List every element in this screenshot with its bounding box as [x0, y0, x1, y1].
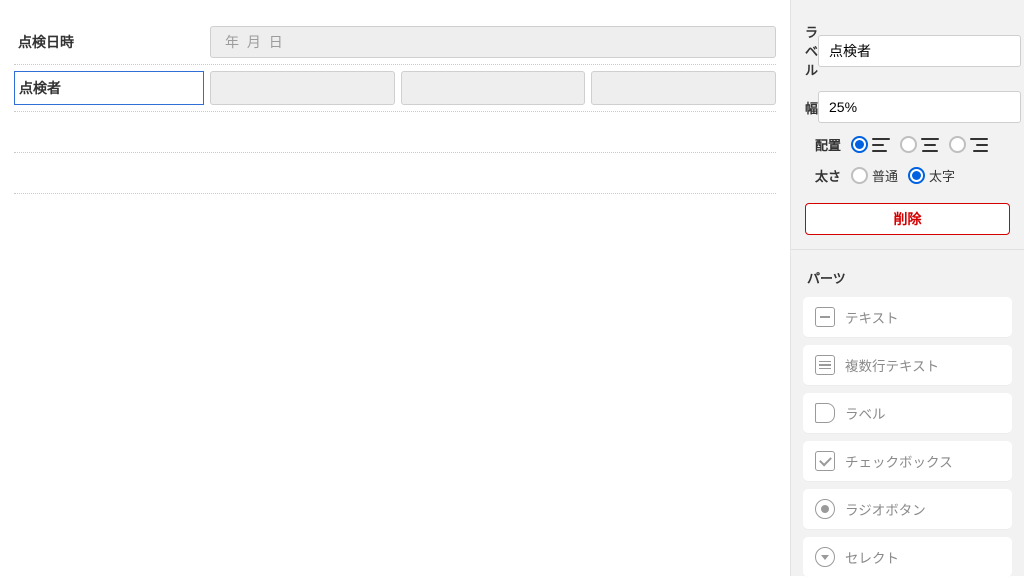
weight-bold-radio[interactable]: 太字	[908, 166, 955, 185]
field-box[interactable]	[591, 71, 776, 105]
part-label: ラジオボタン	[845, 499, 926, 519]
part-multiline[interactable]: 複数行テキスト	[803, 345, 1012, 385]
parts-list: テキスト 複数行テキスト ラベル チェックボックス ラジオボタン セレクト	[791, 297, 1024, 577]
part-label: テキスト	[845, 307, 899, 327]
radio-icon	[815, 499, 835, 519]
part-checkbox[interactable]: チェックボックス	[803, 441, 1012, 481]
form-row[interactable]: 点検者	[14, 65, 776, 112]
part-radio[interactable]: ラジオボタン	[803, 489, 1012, 529]
align-right-radio[interactable]	[949, 136, 988, 153]
field-box[interactable]	[210, 71, 395, 105]
weight-normal-label: 普通	[872, 166, 898, 185]
align-center-icon	[921, 138, 939, 152]
form-row-empty[interactable]	[14, 153, 776, 194]
select-icon	[815, 547, 835, 567]
part-select[interactable]: セレクト	[803, 537, 1012, 577]
align-left-radio[interactable]	[851, 136, 890, 153]
text-icon	[815, 307, 835, 327]
part-label: セレクト	[845, 547, 899, 567]
row-label-inspector[interactable]: 点検者	[14, 71, 204, 105]
properties-sidebar: ラベル 幅 配置	[790, 0, 1024, 576]
width-input[interactable]	[818, 91, 1021, 123]
properties-section: ラベル 幅 配置	[791, 22, 1024, 250]
form-row[interactable]: 点検日時 年 月 日	[14, 20, 776, 65]
align-left-icon	[872, 138, 890, 152]
weight-bold-label: 太字	[929, 166, 955, 185]
part-label: ラベル	[845, 403, 886, 423]
field-box[interactable]	[401, 71, 586, 105]
form-row-empty[interactable]	[14, 112, 776, 153]
part-label: チェックボックス	[845, 451, 953, 471]
align-center-radio[interactable]	[900, 136, 939, 153]
form-canvas: 点検日時 年 月 日 点検者	[0, 0, 790, 576]
part-text[interactable]: テキスト	[803, 297, 1012, 337]
prop-label-align: 配置	[805, 135, 851, 154]
label-icon	[815, 403, 835, 423]
multiline-icon	[815, 355, 835, 375]
prop-label-width: 幅	[805, 98, 818, 117]
part-label: 複数行テキスト	[845, 355, 939, 375]
field-placeholder-date[interactable]: 年 月 日	[210, 26, 776, 58]
align-right-icon	[970, 138, 988, 152]
prop-label-weight: 太さ	[805, 166, 851, 185]
label-input[interactable]	[818, 35, 1021, 67]
delete-button[interactable]: 削除	[805, 203, 1010, 235]
part-label[interactable]: ラベル	[803, 393, 1012, 433]
row-label-datetime[interactable]: 点検日時	[14, 26, 204, 58]
checkbox-icon	[815, 451, 835, 471]
prop-label-label: ラベル	[805, 22, 818, 79]
parts-title: パーツ	[791, 250, 1024, 297]
weight-normal-radio[interactable]: 普通	[851, 166, 898, 185]
